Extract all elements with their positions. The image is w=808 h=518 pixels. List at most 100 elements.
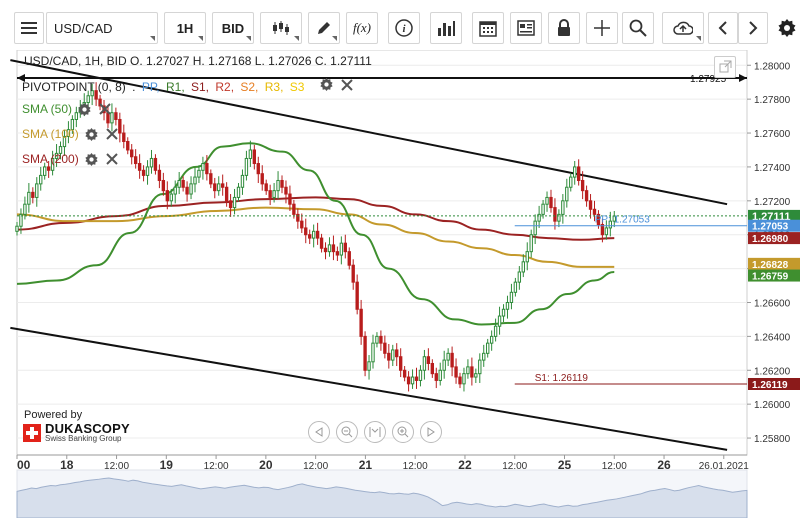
news-button[interactable] bbox=[510, 12, 542, 44]
bar-chart-button[interactable] bbox=[430, 12, 462, 44]
calendar-button[interactable] bbox=[472, 12, 504, 44]
zoom-out-icon bbox=[341, 426, 353, 438]
pivot-item: S3 bbox=[289, 80, 308, 94]
indicator-row: SMA (200) bbox=[22, 152, 118, 166]
candle-bear bbox=[137, 163, 142, 171]
nav-next-button[interactable] bbox=[420, 421, 442, 443]
candle-bull bbox=[501, 308, 506, 317]
price-axis: 1.28000 1.27800 1.27600 1.27400 1.27200 1.270… bbox=[747, 61, 800, 445]
candle-type-icon bbox=[273, 21, 289, 35]
zoom-button[interactable] bbox=[622, 12, 654, 44]
candle-bull bbox=[573, 166, 577, 178]
toolbar: USD/CAD 1H BID f(x) i bbox=[0, 0, 808, 50]
upload-button[interactable] bbox=[662, 12, 704, 44]
y-tick-label: 1.26200 bbox=[754, 366, 791, 377]
calendar-icon bbox=[479, 21, 497, 37]
candle-bear bbox=[296, 213, 300, 222]
candle-bull bbox=[493, 325, 498, 337]
y-tick-label: 1.26000 bbox=[754, 400, 791, 411]
pivot-item: R2, bbox=[215, 80, 238, 94]
candle-bear bbox=[426, 356, 431, 364]
candle-bear bbox=[363, 335, 367, 371]
scroll-right-button[interactable] bbox=[738, 12, 768, 44]
scroll-left-button[interactable] bbox=[708, 12, 738, 44]
settings-button[interactable] bbox=[772, 12, 802, 44]
candle-bear bbox=[347, 251, 351, 266]
candle-bear bbox=[205, 163, 209, 175]
draw-button[interactable] bbox=[308, 12, 340, 44]
s1-label: S1: 1.26119 bbox=[535, 373, 589, 384]
gear-icon[interactable] bbox=[85, 127, 98, 141]
candle-bear bbox=[252, 149, 257, 165]
close-icon[interactable] bbox=[99, 103, 111, 115]
y-tick-label: 1.26400 bbox=[754, 332, 791, 343]
candle-bull bbox=[561, 200, 565, 215]
candle-bull bbox=[236, 186, 241, 198]
close-icon[interactable] bbox=[105, 128, 118, 140]
candle-bear bbox=[118, 118, 122, 134]
expand-icon bbox=[719, 60, 732, 73]
candle-bear bbox=[165, 190, 169, 202]
candle-bear bbox=[213, 183, 217, 192]
zoom-in-icon bbox=[397, 426, 409, 438]
symbol-selector[interactable]: USD/CAD bbox=[46, 12, 158, 44]
candle-bull bbox=[517, 271, 522, 283]
timeframe-selector[interactable]: 1H bbox=[164, 12, 206, 44]
price-side-selector[interactable]: BID bbox=[212, 12, 254, 44]
candle-type-button[interactable] bbox=[260, 12, 302, 44]
candle-bull bbox=[39, 174, 43, 185]
y-tick-label: 1.27200 bbox=[754, 197, 791, 208]
gear-icon[interactable] bbox=[320, 78, 333, 91]
ohlc-info: USD/CAD, 1H, BID O. 1.27027 H. 1.27168 L… bbox=[24, 54, 372, 68]
candle-bull bbox=[418, 369, 423, 381]
expand-button[interactable] bbox=[714, 56, 736, 78]
candle-bull bbox=[410, 376, 415, 385]
nav-zoom-out-button[interactable] bbox=[336, 421, 358, 443]
candle-bull bbox=[189, 183, 193, 195]
nav-prev-button[interactable] bbox=[308, 421, 330, 443]
dukascopy-logo[interactable]: DUKASCOPY Swiss Banking Group bbox=[23, 422, 130, 443]
pivot-legend: PIVOTPOINT (0, 8) : PP, R1, S1, R2, S2, … bbox=[22, 78, 356, 94]
dropdown-caret-icon bbox=[696, 36, 701, 41]
candle-bear bbox=[383, 342, 387, 354]
lock-button[interactable] bbox=[548, 12, 580, 44]
crosshair-button[interactable] bbox=[586, 12, 618, 44]
candle-bear bbox=[228, 200, 233, 209]
candle-bull bbox=[391, 349, 395, 361]
candle-bull bbox=[327, 244, 332, 253]
candle-bear bbox=[343, 242, 347, 253]
candle-bear bbox=[458, 376, 462, 385]
gear-icon[interactable] bbox=[78, 102, 91, 116]
candle-bull bbox=[276, 179, 280, 192]
plot-background bbox=[16, 50, 748, 456]
dropdown-caret-icon bbox=[246, 36, 251, 41]
candle-bear bbox=[319, 237, 324, 249]
candle-bear bbox=[133, 156, 138, 165]
candle-bear bbox=[256, 163, 260, 175]
dropdown-caret-icon bbox=[150, 36, 155, 41]
price-side-label: BID bbox=[221, 20, 245, 36]
candle-bear bbox=[260, 173, 264, 185]
gear-icon[interactable] bbox=[85, 152, 98, 166]
hamburger-icon[interactable] bbox=[14, 12, 44, 44]
candle-bull bbox=[466, 366, 470, 375]
candle-bear bbox=[351, 264, 355, 283]
chevron-right-icon bbox=[749, 21, 758, 35]
y-tick-label: 1.26600 bbox=[754, 298, 791, 309]
close-icon[interactable] bbox=[105, 153, 118, 165]
candle-bear bbox=[331, 244, 336, 253]
candle-bear bbox=[592, 208, 597, 215]
candle-bear bbox=[359, 308, 363, 337]
nav-zoom-in-button[interactable] bbox=[392, 421, 414, 443]
candle-bear bbox=[31, 191, 35, 198]
close-icon[interactable] bbox=[341, 78, 353, 91]
candle-bull bbox=[367, 361, 371, 371]
nav-fit-button[interactable] bbox=[364, 421, 386, 443]
price-chart[interactable]: 1.27925PP: 1.27053S1: 1.26119 1.280001.2… bbox=[0, 50, 808, 518]
fx-button[interactable]: f(x) bbox=[346, 12, 378, 44]
info-button[interactable]: i bbox=[388, 12, 420, 44]
candle-bear bbox=[323, 247, 328, 253]
indicator-controls bbox=[78, 102, 111, 116]
candle-bear bbox=[288, 193, 292, 205]
candle-bear bbox=[153, 157, 158, 171]
